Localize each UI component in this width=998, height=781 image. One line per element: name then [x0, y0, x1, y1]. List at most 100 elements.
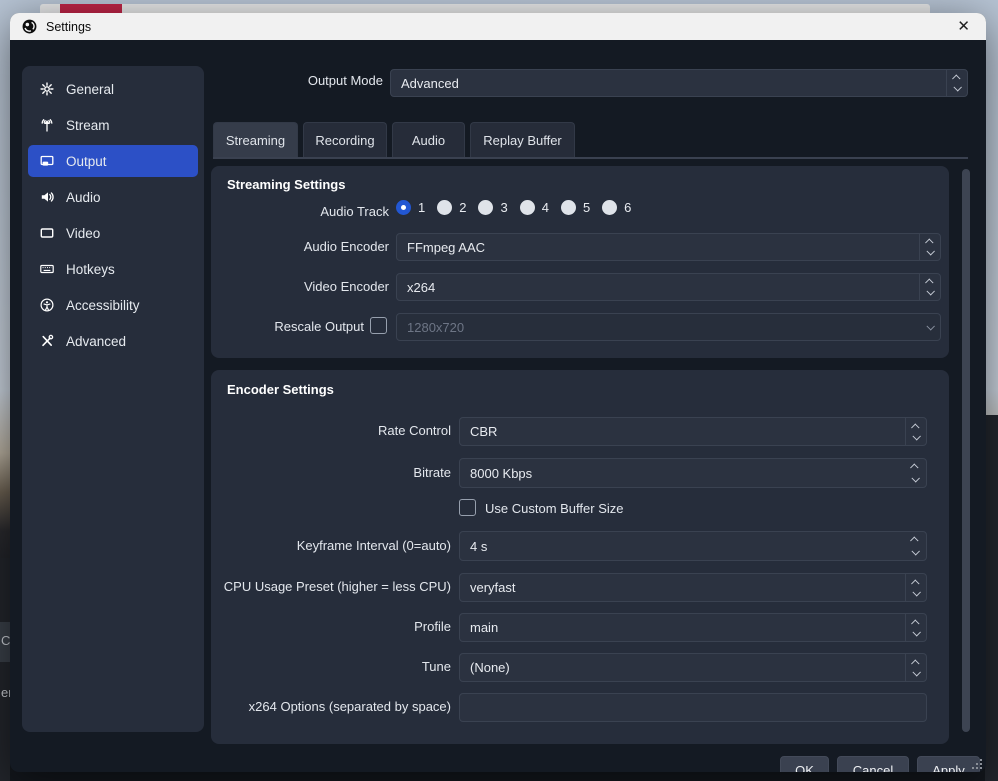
radio-unselected[interactable]	[478, 200, 493, 215]
gear-icon	[39, 81, 55, 97]
audio-track-option-6[interactable]: 6	[602, 200, 631, 215]
radio-selected[interactable]	[396, 200, 411, 215]
audio-track-option-4[interactable]: 4	[520, 200, 549, 215]
use-custom-buffer-label: Use Custom Buffer Size	[485, 501, 623, 516]
sidebar-item-general[interactable]: General	[28, 73, 198, 105]
step-up-icon[interactable]	[910, 463, 918, 471]
sidebar-item-label: Accessibility	[66, 298, 140, 313]
audio-encoder-select[interactable]: FFmpeg AAC	[396, 233, 941, 261]
rescale-output-checkbox[interactable]	[370, 317, 387, 334]
ok-button[interactable]: OK	[780, 756, 829, 772]
audio-track-option-3[interactable]: 3	[478, 200, 507, 215]
background-text-fragment: Ca	[1, 633, 10, 648]
keyboard-icon	[39, 261, 55, 277]
group-title: Streaming Settings	[227, 177, 345, 192]
sidebar-item-audio[interactable]: Audio	[28, 181, 198, 213]
audio-track-option-2[interactable]: 2	[437, 200, 466, 215]
settings-sidebar: General Stream Output	[22, 66, 204, 732]
sidebar-item-label: Stream	[66, 118, 110, 133]
sidebar-item-label: Video	[66, 226, 100, 241]
spinner-arrows[interactable]	[919, 234, 940, 260]
tab-audio[interactable]: Audio	[392, 122, 465, 158]
sidebar-item-stream[interactable]: Stream	[28, 109, 198, 141]
profile-select[interactable]: main	[459, 613, 927, 642]
cancel-button[interactable]: Cancel	[837, 756, 909, 772]
settings-content: General Stream Output	[10, 40, 986, 772]
tab-divider	[213, 157, 968, 159]
antenna-icon	[39, 117, 55, 133]
rescale-output-label: Rescale Output	[274, 319, 364, 334]
tune-select[interactable]: (None)	[459, 653, 927, 682]
background-right-sliver	[985, 415, 998, 781]
step-down-icon[interactable]	[911, 474, 919, 482]
sidebar-item-output[interactable]: Output	[28, 145, 198, 177]
audio-track-radio-group: 1 2 3 4 5 6	[396, 200, 631, 215]
bitrate-spinner[interactable]: 8000 Kbps	[459, 458, 927, 488]
spinner-arrows[interactable]	[919, 274, 940, 300]
radio-unselected[interactable]	[561, 200, 576, 215]
window-title: Settings	[46, 20, 91, 34]
vertical-scrollbar[interactable]	[962, 169, 970, 732]
bitrate-label: Bitrate	[413, 465, 451, 480]
speaker-icon	[39, 189, 55, 205]
sidebar-item-label: Audio	[66, 190, 101, 205]
x264-options-label: x264 Options (separated by space)	[249, 699, 451, 714]
use-custom-buffer-checkbox[interactable]	[459, 499, 476, 516]
sidebar-item-hotkeys[interactable]: Hotkeys	[28, 253, 198, 285]
tab-replay-buffer[interactable]: Replay Buffer	[470, 122, 575, 158]
sidebar-item-label: Hotkeys	[66, 262, 115, 277]
keyframe-interval-label: Keyframe Interval (0=auto)	[297, 538, 451, 553]
radio-unselected[interactable]	[437, 200, 452, 215]
sidebar-item-label: General	[66, 82, 114, 97]
spinner-arrows[interactable]	[946, 70, 967, 96]
audio-track-label: Audio Track	[320, 204, 389, 219]
step-down-icon[interactable]	[911, 547, 919, 555]
cpu-preset-select[interactable]: veryfast	[459, 573, 927, 602]
keyframe-interval-spinner[interactable]: 4 s	[459, 531, 927, 561]
output-mode-value: Advanced	[401, 76, 459, 91]
titlebar: Settings ✕	[10, 13, 986, 40]
group-title: Encoder Settings	[227, 382, 334, 397]
audio-track-option-5[interactable]: 5	[561, 200, 590, 215]
step-up-icon[interactable]	[910, 536, 918, 544]
monitor-icon	[39, 225, 55, 241]
x264-options-input[interactable]	[459, 693, 927, 722]
video-encoder-label: Video Encoder	[304, 279, 389, 294]
output-mode-label: Output Mode	[308, 73, 383, 88]
audio-track-option-1[interactable]: 1	[396, 200, 425, 215]
background-red-bar	[60, 4, 122, 13]
output-icon	[39, 153, 55, 169]
settings-window: Settings ✕ General Stream	[10, 13, 986, 772]
rate-control-label: Rate Control	[378, 423, 451, 438]
sidebar-item-label: Advanced	[66, 334, 126, 349]
rescale-resolution-select: 1280x720	[396, 313, 941, 341]
sidebar-item-label: Output	[66, 154, 107, 169]
background-left-sliver: Ca er	[0, 558, 10, 781]
audio-encoder-label: Audio Encoder	[304, 239, 389, 254]
sidebar-item-advanced[interactable]: Advanced	[28, 325, 198, 357]
radio-unselected[interactable]	[520, 200, 535, 215]
resize-grip[interactable]	[971, 758, 982, 769]
spinner-arrows[interactable]	[905, 654, 926, 681]
spinner-arrows[interactable]	[905, 418, 926, 445]
tab-streaming[interactable]: Streaming	[213, 122, 298, 158]
sidebar-item-video[interactable]: Video	[28, 217, 198, 249]
output-mode-select[interactable]: Advanced	[390, 69, 968, 97]
tools-icon	[39, 333, 55, 349]
profile-label: Profile	[414, 619, 451, 634]
radio-unselected[interactable]	[602, 200, 617, 215]
spinner-arrows[interactable]	[905, 614, 926, 641]
background-text-fragment: er	[1, 685, 10, 700]
sidebar-item-accessibility[interactable]: Accessibility	[28, 289, 198, 321]
streaming-settings-group: Streaming Settings Audio Track 1 2 3 4 5…	[211, 166, 949, 358]
background-window-edge	[40, 4, 930, 13]
spinner-arrows[interactable]	[905, 574, 926, 601]
tab-recording[interactable]: Recording	[303, 122, 387, 158]
rate-control-select[interactable]: CBR	[459, 417, 927, 446]
cpu-preset-label: CPU Usage Preset (higher = less CPU)	[224, 579, 451, 594]
obs-logo-icon	[22, 19, 37, 34]
close-icon[interactable]: ✕	[953, 17, 974, 36]
tune-label: Tune	[422, 659, 451, 674]
chevron-down-icon	[919, 314, 940, 340]
video-encoder-select[interactable]: x264	[396, 273, 941, 301]
